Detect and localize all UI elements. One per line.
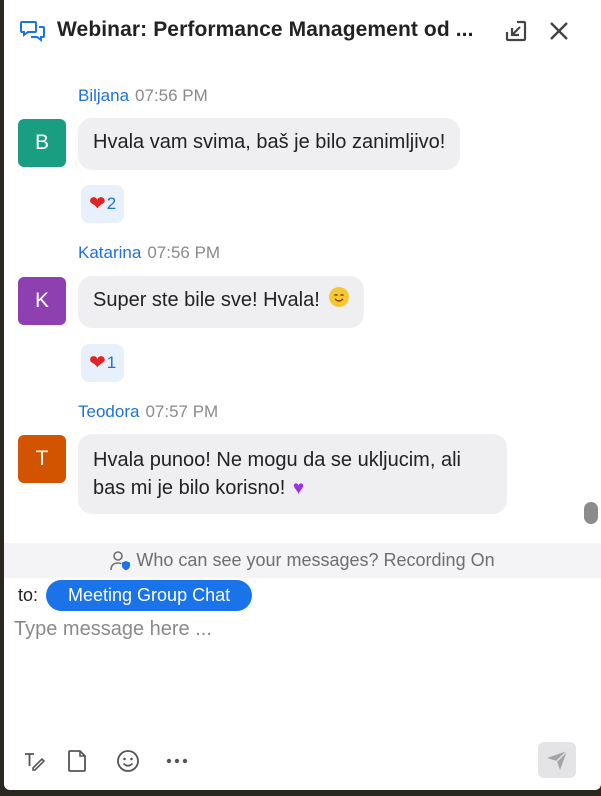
emoji-icon[interactable]	[115, 748, 141, 774]
more-icon[interactable]	[164, 748, 190, 774]
avatar[interactable]: B	[18, 119, 66, 167]
reaction-count: 2	[106, 194, 117, 213]
send-icon	[547, 750, 568, 770]
message-text-continued: bas mi je bilo korisno!	[93, 477, 286, 499]
file-icon[interactable]	[64, 748, 90, 774]
avatar[interactable]: T	[18, 435, 66, 483]
to-label: to:	[18, 584, 39, 605]
message-meta: Biljana 07:56 PM	[78, 86, 208, 106]
notice-text: Who can see your messages? Recording On	[136, 550, 495, 570]
message-time: 07:56 PM	[135, 86, 208, 105]
page-title: Webinar: Performance Management od ...	[57, 18, 474, 41]
message-bubble[interactable]: Super ste bile sve! Hvala!	[78, 276, 365, 328]
message-input[interactable]	[14, 618, 584, 728]
purple-heart-icon: ♥	[292, 478, 305, 499]
send-button[interactable]	[538, 742, 576, 778]
close-icon[interactable]	[547, 19, 571, 43]
message-text-line2: bas mi je bilo korisno! ♥	[93, 474, 492, 503]
recipient-row: to: Meeting Group Chat	[18, 579, 253, 611]
recording-notice[interactable]: Who can see your messages? Recording On	[4, 543, 601, 578]
message-meta: Teodora 07:57 PM	[78, 402, 218, 422]
message-bubble[interactable]: Hvala punoo! Ne mogu da se ukljucim, ali…	[78, 434, 507, 514]
avatar[interactable]: K	[18, 277, 66, 325]
heart-icon: ❤	[89, 193, 106, 215]
user-shield-icon	[110, 550, 131, 570]
recipient-selector[interactable]: Meeting Group Chat	[46, 579, 253, 611]
chat-header: Webinar: Performance Management od ...	[4, 0, 601, 60]
smiling-face-icon	[329, 287, 350, 307]
format-icon[interactable]	[21, 748, 47, 774]
chat-panel: Webinar: Performance Management od ... B…	[4, 0, 601, 790]
message-time: 07:57 PM	[145, 402, 219, 421]
sender-name[interactable]: Teodora	[78, 402, 139, 421]
sender-name[interactable]: Katarina	[78, 243, 141, 262]
heart-icon: ❤	[89, 352, 106, 374]
reaction-chip[interactable]: ❤ 2	[81, 185, 125, 223]
popout-icon[interactable]	[504, 19, 528, 43]
message-meta: Katarina 07:56 PM	[78, 243, 220, 263]
message-text: Hvala vam svima, baš je bilo zanimljivo!	[93, 131, 446, 153]
chat-bubbles-icon	[20, 21, 45, 42]
message-text: Hvala punoo! Ne mogu da se ukljucim, ali	[93, 449, 461, 471]
message-text: Super ste bile sve! Hvala!	[93, 289, 320, 311]
reaction-chip[interactable]: ❤ 1	[81, 344, 125, 382]
sender-name[interactable]: Biljana	[78, 86, 129, 105]
scrollbar-thumb[interactable]	[584, 502, 598, 524]
reaction-count: 1	[106, 353, 117, 372]
message-time: 07:56 PM	[147, 243, 221, 262]
message-bubble[interactable]: Hvala vam svima, baš je bilo zanimljivo!	[78, 118, 461, 170]
